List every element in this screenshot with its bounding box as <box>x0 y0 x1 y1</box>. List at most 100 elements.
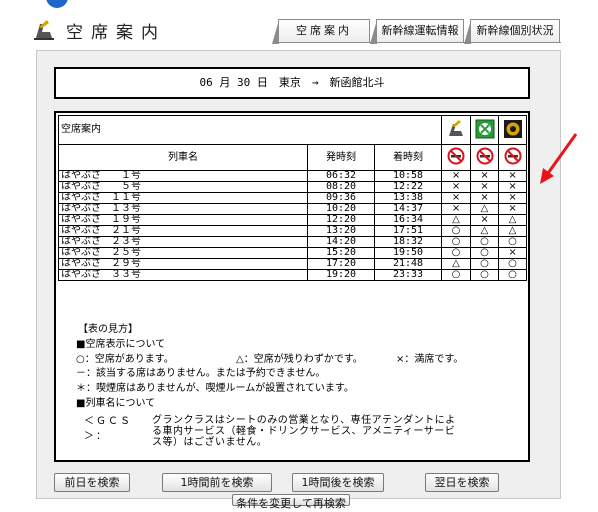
annotation-arrow-icon <box>536 130 580 190</box>
seat-status: × <box>498 192 528 204</box>
train-name: はやぶさ ２１号 <box>58 225 308 237</box>
seat-status: × <box>498 170 528 182</box>
seat-status: ○ <box>470 269 500 281</box>
arrival-time: 10:58 <box>373 170 443 182</box>
departure-time: 14:20 <box>307 236 375 248</box>
arrival-time: 23:33 <box>373 269 443 281</box>
table-title: 空席案内 <box>57 115 443 145</box>
reserved-seat-icon <box>441 115 472 145</box>
seat-status: ○ <box>441 225 472 237</box>
seat-status: △ <box>470 225 500 237</box>
departure-time: 12:20 <box>307 214 375 226</box>
no-smoking-icon <box>498 144 528 171</box>
seat-status: ○ <box>441 236 472 248</box>
legend-smoking: ＊：喫煙席はありませんが、喫煙ルームが設置されています。 <box>76 383 354 395</box>
legend-section-seat: ■空席表示について <box>76 338 166 350</box>
departure-time: 09:36 <box>307 192 375 204</box>
change-conditions-button[interactable]: 条件を変更して再検索 <box>232 494 350 510</box>
table-row[interactable]: はやぶさ １９号 12:20 16:34 △ × △ <box>58 214 528 226</box>
seat-status: × <box>441 181 472 193</box>
departure-time: 06:32 <box>307 170 375 182</box>
train-name: はやぶさ １号 <box>58 170 308 182</box>
seat-status: △ <box>470 203 500 215</box>
gran-class-icon <box>498 115 528 145</box>
legend-none: －：該当する席はありません。または予約できません。 <box>76 368 326 380</box>
legend-section-train: ■列車名について <box>76 397 156 409</box>
seat-status: ○ <box>470 247 500 259</box>
col-arrival: 着時刻 <box>373 144 443 171</box>
table-row[interactable]: はやぶさ ５号 08:20 12:22 × × × <box>58 181 528 193</box>
train-name: はやぶさ １３号 <box>58 203 308 215</box>
green-car-icon <box>470 115 500 145</box>
gcs-description: グランクラスはシートのみの営業となり、専任アテンダントによ る車内サービス（軽食… <box>152 415 456 448</box>
arrival-time: 14:37 <box>373 203 443 215</box>
seat-status: ○ <box>498 236 528 248</box>
seat-availability-box: 空席案内 列車名 発時刻 着時刻 はやぶさ １号 06:32 10:58 × ×… <box>54 111 530 462</box>
seat-status: × <box>470 192 500 204</box>
train-name: はやぶさ ２９号 <box>58 258 308 270</box>
no-smoking-icon <box>441 144 472 171</box>
seat-status: ○ <box>498 258 528 270</box>
table-row[interactable]: はやぶさ １３号 10:20 14:37 × △ × <box>58 203 528 215</box>
tab-individual-status[interactable]: 新幹線個別状況 <box>464 19 560 44</box>
seat-status: ○ <box>441 247 472 259</box>
seat-icon <box>30 18 56 46</box>
arrival-time: 18:32 <box>373 236 443 248</box>
train-name: はやぶさ ２３号 <box>58 236 308 248</box>
departure-time: 15:20 <box>307 247 375 259</box>
prev-day-button[interactable]: 前日を検索 <box>54 473 130 492</box>
seat-status: △ <box>441 214 472 226</box>
gcs-line: グランクラスはシートのみの営業となり、専任アテンダントによ <box>152 414 456 426</box>
gcs-line: ス等）はございません。 <box>152 436 268 448</box>
train-name: はやぶさ ５号 <box>58 181 308 193</box>
seat-status: × <box>441 192 472 204</box>
train-name: はやぶさ １１号 <box>58 192 308 204</box>
seat-status: × <box>470 181 500 193</box>
train-name: はやぶさ ２５号 <box>58 247 308 259</box>
legend-full: ×：満席です。 <box>396 353 464 365</box>
legend-gcs: ＜ＧＣＳ＞： グランクラスはシートのみの営業となり、専任アテンダントによ る車内… <box>76 415 526 448</box>
table-row[interactable]: はやぶさ ２９号 17:20 21:48 △ ○ ○ <box>58 258 528 270</box>
train-name: はやぶさ １９号 <box>58 214 308 226</box>
departure-time: 19:20 <box>307 269 375 281</box>
legend-few: △：空席が残りわずかです。 <box>236 353 363 365</box>
arrival-time: 17:51 <box>373 225 443 237</box>
tab-seat-availability[interactable]: 空席案内 <box>272 19 370 44</box>
gcs-label: ＜ＧＣＳ＞： <box>84 415 132 442</box>
table-row[interactable]: はやぶさ ３３号 19:20 23:33 ○ ○ ○ <box>58 269 528 281</box>
table-row[interactable]: はやぶさ １号 06:32 10:58 × × × <box>58 170 528 182</box>
departure-time: 13:20 <box>307 225 375 237</box>
arrival-time: 21:48 <box>373 258 443 270</box>
col-train-name: 列車名 <box>58 144 308 171</box>
seat-status: ○ <box>470 258 500 270</box>
table-row[interactable]: はやぶさ ２１号 13:20 17:51 ○ △ △ <box>58 225 528 237</box>
departure-time: 17:20 <box>307 258 375 270</box>
seat-status: × <box>441 203 472 215</box>
header-divider <box>278 42 561 43</box>
table-row[interactable]: はやぶさ ２５号 15:20 19:50 ○ ○ × <box>58 247 528 259</box>
legend-available: ○：空席があります。 <box>76 353 174 365</box>
legend-symbols: ○：空席があります。 △：空席が残りわずかです。 ×：満席です。 <box>76 353 526 368</box>
logo-circle <box>46 0 68 8</box>
seat-status: × <box>498 247 528 259</box>
tab-service-info[interactable]: 新幹線運転情報 <box>370 19 464 44</box>
col-departure: 発時刻 <box>307 144 375 171</box>
seat-status: × <box>470 170 500 182</box>
table-row[interactable]: はやぶさ １１号 09:36 13:38 × × × <box>58 192 528 204</box>
arrival-time: 16:34 <box>373 214 443 226</box>
hour-after-button[interactable]: 1時間後を検索 <box>292 473 384 492</box>
route-summary: 06 月 30 日 東京 → 新函館北斗 <box>54 67 530 99</box>
hour-before-button[interactable]: 1時間前を検索 <box>162 473 272 492</box>
legend-heading: 【表の見方】 <box>78 324 138 335</box>
arrival-time: 13:38 <box>373 192 443 204</box>
seat-status: △ <box>498 225 528 237</box>
train-name: はやぶさ ３３号 <box>58 269 308 281</box>
next-day-button[interactable]: 翌日を検索 <box>425 473 499 492</box>
no-smoking-icon <box>470 144 500 171</box>
seat-table: 空席案内 列車名 発時刻 着時刻 はやぶさ １号 06:32 10:58 × ×… <box>57 115 528 281</box>
seat-status: × <box>441 170 472 182</box>
table-row[interactable]: はやぶさ ２３号 14:20 18:32 ○ ○ ○ <box>58 236 528 248</box>
seat-status: × <box>470 214 500 226</box>
seat-status: ○ <box>470 236 500 248</box>
seat-status: △ <box>498 214 528 226</box>
